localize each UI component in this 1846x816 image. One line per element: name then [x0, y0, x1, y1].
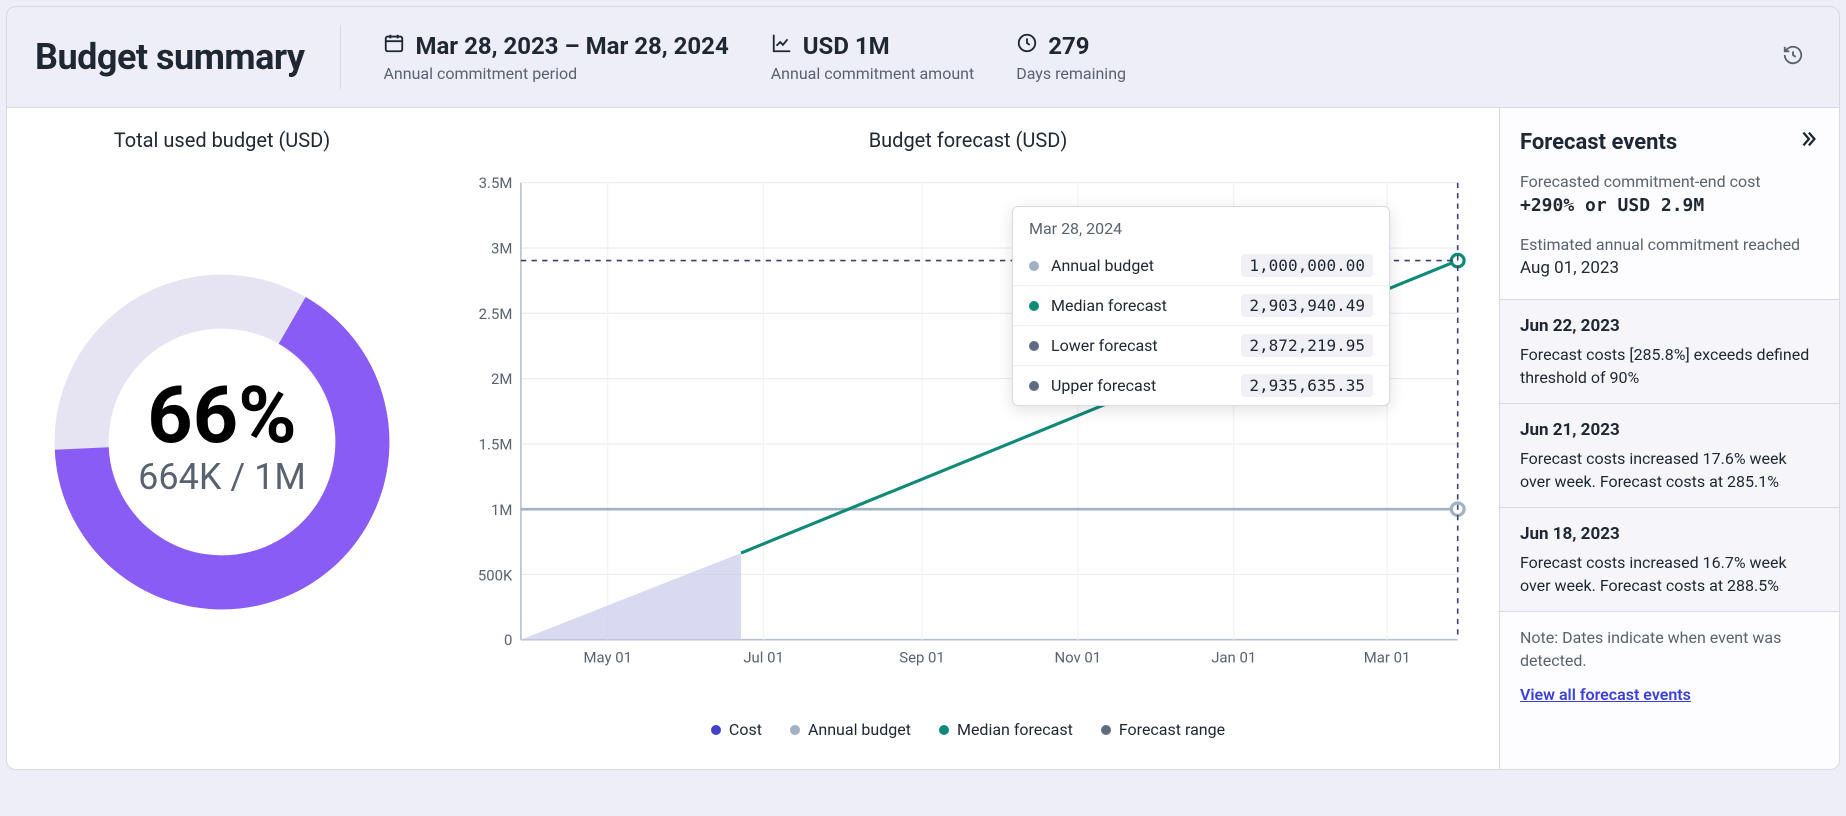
donut-title: Total used budget (USD)	[7, 108, 437, 162]
series-cost-area	[521, 553, 741, 640]
metric-period-label: Annual commitment period	[383, 64, 728, 83]
expand-events-button[interactable]	[1797, 128, 1819, 156]
history-icon	[1782, 44, 1804, 70]
events-footer: Note: Dates indicate when event was dete…	[1500, 611, 1839, 720]
summary-reached-value: Aug 01, 2023	[1520, 256, 1819, 281]
tooltip-dot-icon	[1029, 341, 1039, 351]
metric-period-value: Mar 28, 2023 – Mar 28, 2024	[415, 32, 728, 60]
event-item-date: Jun 22, 2023	[1520, 314, 1819, 339]
metric-amount-label: Annual commitment amount	[771, 64, 974, 83]
page-title: Budget summary	[35, 25, 341, 89]
xtick-sep: Sep 01	[899, 649, 945, 667]
xtick-jan: Jan 01	[1211, 649, 1256, 667]
chart-tooltip: Mar 28, 2024 Annual budget 1,000,000.00 Me…	[1012, 206, 1390, 406]
donut-panel: Total used budget (USD) 66% 664K / 1M	[7, 108, 437, 769]
tooltip-dot-icon	[1029, 261, 1039, 271]
tooltip-row: Lower forecast 2,872,219.95	[1013, 325, 1389, 365]
event-item-text: Forecast costs increased 16.7% week over…	[1520, 551, 1819, 597]
tooltip-row-label: Lower forecast	[1051, 336, 1229, 355]
tooltip-row-value: 2,903,940.49	[1241, 294, 1373, 317]
legend-dot-icon	[1101, 725, 1111, 735]
tooltip-row: Annual budget 1,000,000.00	[1013, 246, 1389, 285]
event-item-date: Jun 21, 2023	[1520, 418, 1819, 443]
legend-label: Annual budget	[808, 720, 911, 739]
ytick-500k: 500K	[478, 567, 513, 585]
events-note: Note: Dates indicate when event was dete…	[1520, 626, 1819, 672]
metric-amount-value: USD 1M	[803, 32, 890, 60]
ytick-1_5m: 1.5M	[479, 436, 513, 454]
event-item-text: Forecast costs increased 17.6% week over…	[1520, 447, 1819, 493]
chart-line-icon	[771, 32, 793, 60]
forecast-title: Budget forecast (USD)	[457, 108, 1479, 162]
legend-dot-icon	[790, 725, 800, 735]
tooltip-row-label: Median forecast	[1051, 296, 1229, 315]
tooltip-row-value: 2,935,635.35	[1241, 374, 1373, 397]
ytick-2_5m: 2.5M	[479, 305, 513, 323]
metric-days: 279 Days remaining	[1016, 32, 1126, 83]
legend-label: Cost	[729, 720, 762, 739]
tooltip-row-label: Annual budget	[1051, 256, 1229, 275]
tooltip-row-label: Upper forecast	[1051, 376, 1229, 395]
events-title: Forecast events	[1520, 130, 1677, 155]
legend-item[interactable]: Cost	[711, 720, 762, 739]
event-item[interactable]: Jun 18, 2023 Forecast costs increased 16.…	[1500, 507, 1839, 611]
legend-item[interactable]: Median forecast	[939, 720, 1073, 739]
tooltip-row-value: 2,872,219.95	[1241, 334, 1373, 357]
metric-days-label: Days remaining	[1016, 64, 1126, 83]
legend-item[interactable]: Annual budget	[790, 720, 911, 739]
chart-legend: Cost Annual budget Median forecast Forecast…	[457, 702, 1479, 739]
events-summary: Forecasted commitment-end cost +290% or …	[1500, 170, 1839, 299]
tooltip-row-value: 1,000,000.00	[1241, 254, 1373, 277]
clock-icon	[1016, 32, 1038, 60]
legend-label: Forecast range	[1119, 720, 1225, 739]
ytick-3_5m: 3.5M	[479, 174, 513, 192]
view-all-events-link[interactable]: View all forecast events	[1520, 673, 1691, 706]
donut-percent: 66%	[147, 370, 296, 462]
history-button[interactable]	[1775, 39, 1811, 75]
tooltip-date: Mar 28, 2024	[1013, 207, 1389, 246]
xtick-may: May 01	[583, 649, 632, 667]
chevrons-right-icon	[1797, 128, 1819, 150]
summary-cost-value: +290% or USD 2.9M	[1520, 193, 1819, 219]
xtick-jul: Jul 01	[743, 649, 784, 667]
ytick-1m: 1M	[491, 501, 512, 519]
legend-item[interactable]: Forecast range	[1101, 720, 1225, 739]
tooltip-dot-icon	[1029, 381, 1039, 391]
xtick-mar: Mar 01	[1364, 649, 1411, 667]
tooltip-row: Median forecast 2,903,940.49	[1013, 285, 1389, 325]
ytick-2m: 2M	[491, 370, 512, 388]
summary-reached-label: Estimated annual commitment reached	[1520, 233, 1819, 256]
summary-header: Budget summary Mar 28, 2023 – Mar 28, 20…	[7, 7, 1839, 108]
xtick-nov: Nov 01	[1055, 649, 1102, 667]
metric-days-value: 279	[1048, 32, 1089, 60]
forecast-events-panel: Forecast events Forecasted commitment-en…	[1499, 108, 1839, 769]
event-item-date: Jun 18, 2023	[1520, 522, 1819, 547]
metric-period: Mar 28, 2023 – Mar 28, 2024 Annual commi…	[383, 32, 728, 83]
calendar-icon	[383, 32, 405, 60]
event-item[interactable]: Jun 21, 2023 Forecast costs increased 17.…	[1500, 403, 1839, 507]
tooltip-row: Upper forecast 2,935,635.35	[1013, 365, 1389, 405]
legend-dot-icon	[711, 725, 721, 735]
metric-amount: USD 1M Annual commitment amount	[771, 32, 974, 83]
tooltip-dot-icon	[1029, 301, 1039, 311]
forecast-panel: Budget forecast (USD) 3.5M 3M 2.5M	[437, 108, 1499, 769]
legend-dot-icon	[939, 725, 949, 735]
ytick-3m: 3M	[491, 240, 512, 258]
legend-label: Median forecast	[957, 720, 1073, 739]
event-item[interactable]: Jun 22, 2023 Forecast costs [285.8%] exce…	[1500, 299, 1839, 403]
donut-subtext: 664K / 1M	[138, 456, 306, 498]
summary-cost-label: Forecasted commitment-end cost	[1520, 170, 1819, 193]
ytick-0: 0	[504, 631, 512, 649]
donut-chart: 66% 664K / 1M	[42, 262, 402, 622]
event-item-text: Forecast costs [285.8%] exceeds defined …	[1520, 343, 1819, 389]
